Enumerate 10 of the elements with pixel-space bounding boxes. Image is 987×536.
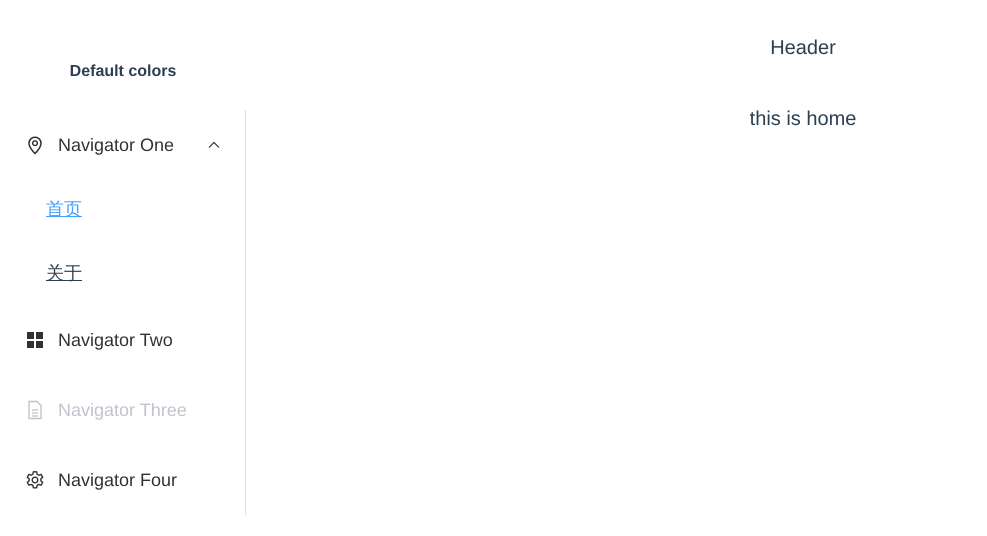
menu-item[interactable]: Navigator Four bbox=[0, 445, 245, 515]
menu-item[interactable]: Navigator Two bbox=[0, 305, 245, 375]
page-text: this is home bbox=[748, 107, 858, 132]
submenu-link[interactable]: 关于 bbox=[46, 260, 82, 286]
settings-icon bbox=[25, 470, 45, 490]
submenu-header[interactable]: Navigator One bbox=[0, 113, 245, 177]
sidebar-title: Default colors bbox=[68, 62, 178, 82]
grid-icon bbox=[25, 330, 45, 350]
header-title: Header bbox=[769, 36, 837, 61]
menu-item: Navigator Three bbox=[0, 375, 245, 445]
